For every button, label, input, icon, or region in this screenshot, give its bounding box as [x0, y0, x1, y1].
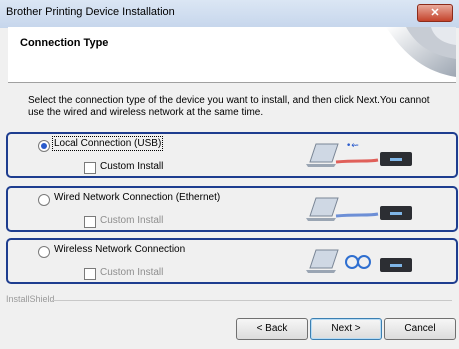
wired-radio[interactable] [38, 194, 50, 206]
wireless-custom-install-label: Custom Install [100, 267, 164, 278]
wired-label[interactable]: Wired Network Connection (Ethernet) [54, 192, 220, 203]
back-button[interactable]: < Back [236, 318, 308, 340]
option-wireless[interactable]: Wireless Network Connection Custom Insta… [6, 238, 458, 284]
wireless-custom-install-checkbox [84, 268, 96, 280]
next-button[interactable]: Next > [310, 318, 382, 340]
footer-divider [52, 300, 452, 301]
wizard-header: Connection Type [8, 27, 456, 83]
wireless-connection-picture [306, 249, 412, 273]
installer-window: Brother Printing Device Installation ✕ C… [0, 0, 459, 349]
usb-label[interactable]: Local Connection (USB) [51, 136, 164, 151]
usb-custom-install-checkbox[interactable] [84, 162, 96, 174]
wired-connection-picture [306, 197, 412, 221]
usb-radio[interactable] [38, 140, 50, 152]
option-usb[interactable]: Local Connection (USB) Custom Install •⇜ [6, 132, 458, 178]
wireless-radio[interactable] [38, 246, 50, 258]
option-wired[interactable]: Wired Network Connection (Ethernet) Cust… [6, 186, 458, 232]
usb-connection-picture: •⇜ [306, 141, 412, 167]
window-title: Brother Printing Device Installation [6, 6, 175, 18]
header-graphic [386, 27, 456, 77]
close-button[interactable]: ✕ [417, 4, 453, 22]
instructions-text: Select the connection type of the device… [28, 95, 430, 118]
wired-custom-install-checkbox [84, 216, 96, 228]
usb-custom-install-label[interactable]: Custom Install [100, 161, 163, 172]
svg-text:•⇜: •⇜ [346, 141, 359, 151]
wired-custom-install-label: Custom Install [100, 215, 164, 226]
installshield-brand: InstallShield [6, 294, 55, 304]
wireless-label[interactable]: Wireless Network Connection [54, 244, 185, 255]
page-title: Connection Type [20, 37, 109, 49]
cancel-button[interactable]: Cancel [384, 318, 456, 340]
title-bar: Brother Printing Device Installation ✕ [0, 0, 459, 28]
